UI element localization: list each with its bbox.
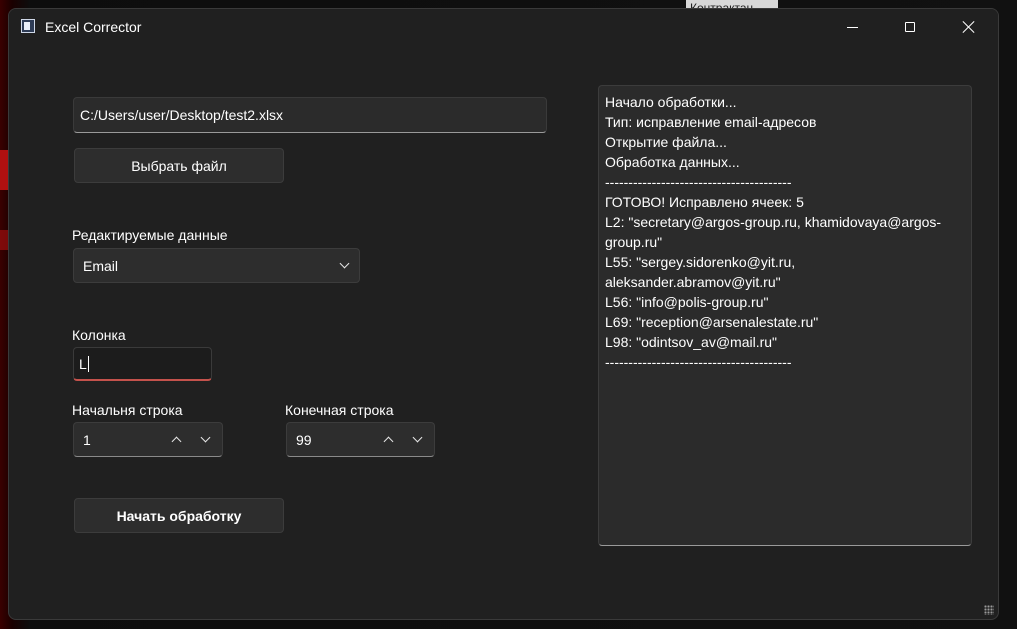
title-bar[interactable]: Excel Corrector — [9, 9, 998, 45]
text-caret — [87, 355, 89, 372]
start-row-label: Начальня строка — [72, 402, 183, 418]
chevron-down-icon — [412, 432, 423, 443]
start-row-spinbox[interactable]: 1 — [73, 422, 223, 457]
log-line: ГОТОВО! Исправлено ячеек: 5 — [605, 194, 804, 210]
file-path-value: C:/Users/user/Desktop/test2.xlsx — [80, 107, 284, 123]
choose-file-button[interactable]: Выбрать файл — [74, 148, 284, 183]
maximize-button[interactable] — [881, 9, 939, 45]
column-input[interactable]: L — [73, 347, 212, 381]
data-type-selected: Email — [83, 257, 119, 274]
minimize-button[interactable] — [823, 9, 881, 45]
end-row-increment-button[interactable] — [376, 423, 402, 456]
chevron-up-icon — [383, 436, 394, 447]
log-output[interactable]: Начало обработки... Тип: исправление ema… — [598, 85, 972, 546]
end-row-value: 99 — [296, 431, 312, 448]
start-row-decrement-button[interactable] — [193, 423, 219, 456]
log-line: L2: "secretary@argos-group.ru, khamidova… — [605, 214, 942, 250]
close-icon — [962, 20, 976, 34]
background-window-tab[interactable]: Контрактац — [686, 0, 778, 8]
start-row-value: 1 — [83, 431, 91, 448]
log-line: Тип: исправление email-адресов — [605, 114, 817, 130]
column-label: Колонка — [72, 327, 126, 343]
end-row-decrement-button[interactable] — [405, 423, 431, 456]
log-line: L56: "info@polis-group.ru" — [605, 294, 769, 310]
log-line: L55: "sergey.sidorenko@yit.ru, aleksande… — [605, 254, 800, 290]
app-icon — [21, 19, 35, 33]
chevron-down-icon — [200, 432, 211, 443]
log-separator: ---------------------------------------- — [605, 174, 792, 190]
log-line: Открытие файла... — [605, 134, 727, 150]
log-line: L98: "odintsov_av@mail.ru" — [605, 334, 778, 350]
minimize-icon — [846, 26, 858, 28]
log-line: Обработка данных... — [605, 154, 740, 170]
start-processing-button[interactable]: Начать обработку — [74, 498, 284, 533]
resize-grip-icon[interactable] — [984, 605, 994, 615]
data-type-select[interactable]: Email — [73, 248, 360, 283]
close-button[interactable] — [940, 9, 998, 45]
window-title: Excel Corrector — [45, 19, 142, 35]
log-line: L69: "reception@arsenalestate.ru" — [605, 314, 819, 330]
chevron-down-icon — [339, 258, 350, 269]
data-type-label: Редактируемые данные — [72, 227, 228, 243]
end-row-label: Конечная строка — [285, 402, 394, 418]
app-window: Excel Corrector C:/Users/user/Desktop/te… — [8, 8, 999, 620]
log-line: Начало обработки... — [605, 94, 737, 110]
start-row-increment-button[interactable] — [164, 423, 190, 456]
log-separator: ---------------------------------------- — [605, 354, 792, 370]
chevron-up-icon — [171, 436, 182, 447]
file-path-input[interactable]: C:/Users/user/Desktop/test2.xlsx — [73, 97, 547, 133]
column-value: L — [79, 355, 87, 372]
end-row-spinbox[interactable]: 99 — [286, 422, 435, 457]
maximize-icon — [905, 22, 915, 32]
